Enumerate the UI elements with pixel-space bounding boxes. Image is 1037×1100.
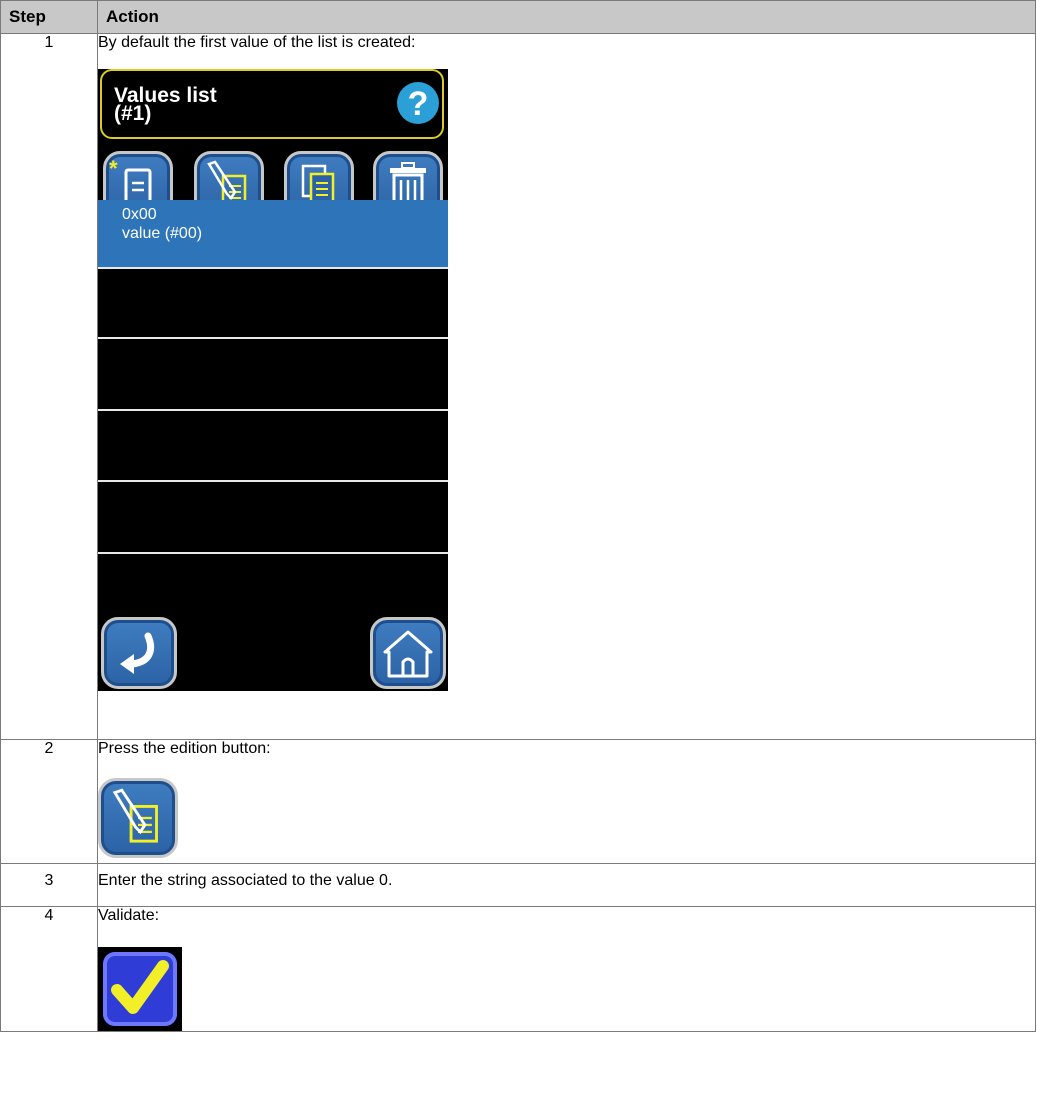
step-number: 4 [0,906,98,1032]
header-action: Action [97,0,1036,34]
table-row: 1 By default the first value of the list… [0,33,1036,740]
checkmark-icon [111,960,169,1014]
back-button[interactable] [101,617,177,689]
action-text: Press the edition button: [98,740,271,757]
screen-title-line2: (#1) [114,102,152,125]
table-row: 2 Press the edition button: [0,739,1036,864]
screen-header: Values list (#1) ? [100,69,444,139]
action-cell: Validate: [97,906,1036,1032]
edit-value-icon [112,788,158,843]
header-step: Step [0,0,98,34]
list-divider [98,480,448,482]
table-row: 4 Validate: [0,906,1036,1032]
step-number: 3 [0,863,98,907]
action-text: By default the first value of the list i… [98,34,416,51]
item-label: value (#00) [122,225,203,242]
action-text: Validate: [98,907,160,924]
back-icon [120,632,155,674]
table-header-row: Step Action [0,0,1036,34]
help-icon[interactable]: ? [397,82,439,124]
home-icon [383,630,433,678]
table-row: 3 Enter the string associated to the val… [0,863,1036,907]
validate-button-illustration [98,947,182,1031]
step-number: 2 [0,739,98,864]
action-cell: Press the edition button: [97,739,1036,864]
step-number: 1 [0,33,98,740]
item-hex-value: 0x00 [122,206,157,223]
action-cell: Enter the string associated to the value… [97,863,1036,907]
validate-button-face [103,952,177,1026]
home-button[interactable] [370,617,446,689]
screen-title: Values list (#1) [114,85,217,125]
action-text: Enter the string associated to the value… [98,872,393,889]
edition-button-illustration [98,778,178,858]
steps-table: Step Action 1 By default the first value… [0,0,1036,1032]
list-divider [98,267,448,269]
list-divider [98,409,448,411]
list-divider [98,552,448,554]
list-divider [98,337,448,339]
list-item-selected[interactable]: 0x00 value (#00) [98,200,448,267]
action-cell: By default the first value of the list i… [97,33,1036,740]
svg-text:*: * [109,156,118,181]
values-list-screen: Values list (#1) ? * 0x00 value (#00) [98,69,448,691]
